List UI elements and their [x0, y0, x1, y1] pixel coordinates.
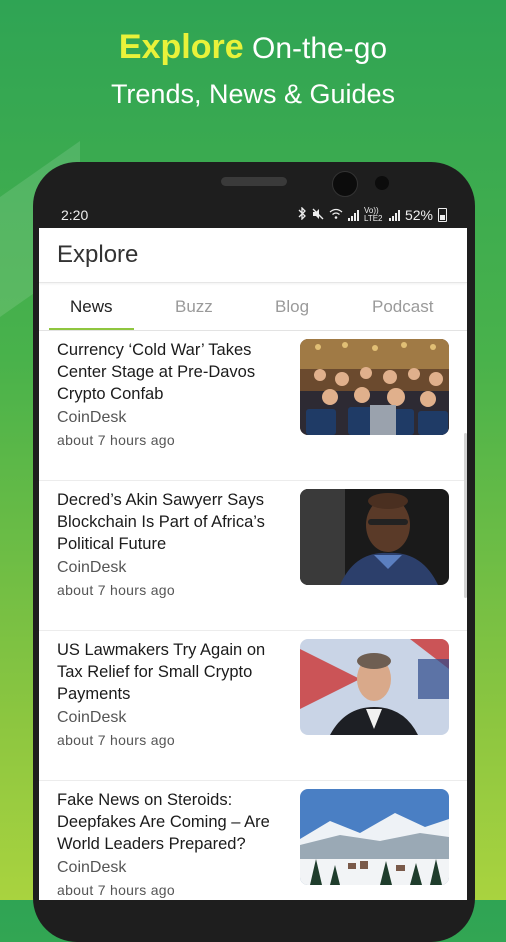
article-title: Fake News on Steroids: Deepfakes Are Com… [57, 791, 270, 853]
battery-icon [438, 208, 447, 222]
signal-icon-2 [388, 209, 400, 221]
article-time: about 7 hours ago [57, 732, 175, 748]
signal-icon [347, 209, 359, 221]
scrollbar[interactable] [464, 433, 467, 598]
article-source: CoinDesk [57, 409, 127, 426]
lawmaker-portrait-image [300, 639, 449, 735]
article-time: about 7 hours ago [57, 432, 175, 448]
battery-percent: 52% [404, 207, 433, 223]
article-item[interactable]: Fake News on Steroids: Deepfakes Are Com… [39, 781, 467, 900]
tab-news[interactable]: News [70, 297, 113, 317]
conference-audience-image [300, 339, 449, 435]
speaker-portrait-image [300, 489, 449, 585]
network-label: Vo)) LTE2 [363, 206, 383, 223]
article-source: CoinDesk [57, 859, 127, 876]
article-source: CoinDesk [57, 559, 127, 576]
tab-indicator [49, 328, 134, 330]
article-title: US Lawmakers Try Again on Tax Relief for… [57, 641, 266, 703]
wifi-icon [329, 208, 343, 222]
status-time: 2:20 [61, 207, 89, 223]
phone-sensor [375, 176, 389, 190]
phone-camera [332, 171, 358, 197]
article-time: about 7 hours ago [57, 582, 175, 598]
snowy-mountain-town-image [300, 789, 449, 885]
article-item[interactable]: US Lawmakers Try Again on Tax Relief for… [39, 631, 467, 781]
tab-bar: News Buzz Blog Podcast [39, 283, 467, 331]
app-bar: Explore [39, 228, 467, 283]
tab-podcast[interactable]: Podcast [372, 297, 433, 317]
status-bar: 2:20 Vo)) LTE2 52% [39, 205, 467, 227]
article-item[interactable]: Decred’s Akin Sawyerr Says Blockchain Is… [39, 481, 467, 631]
promo-headline: Explore On-the-go Trends, News & Guides [0, 26, 506, 114]
article-title: Currency ‘Cold War’ Takes Center Stage a… [57, 341, 256, 403]
tab-buzz[interactable]: Buzz [175, 297, 213, 317]
app-screen: Explore News Buzz Blog Podcast Currency … [39, 228, 467, 900]
phone-speaker [221, 177, 287, 186]
promo-line-2: Trends, News & Guides [110, 79, 396, 109]
promo-line-1: Explore On-the-go [0, 26, 506, 70]
article-source: CoinDesk [57, 709, 127, 726]
mute-icon [312, 208, 324, 223]
page-title: Explore [57, 241, 139, 268]
article-time: about 7 hours ago [57, 882, 175, 898]
promo-highlight: Explore [118, 28, 244, 66]
article-title: Decred’s Akin Sawyerr Says Blockchain Is… [57, 491, 265, 553]
promo-line-1-rest: On-the-go [251, 32, 388, 65]
bluetooth-icon [298, 206, 307, 223]
article-item[interactable]: Currency ‘Cold War’ Takes Center Stage a… [39, 331, 467, 481]
status-icons: Vo)) LTE2 52% [298, 206, 447, 223]
tab-blog[interactable]: Blog [275, 297, 309, 317]
article-list: Currency ‘Cold War’ Takes Center Stage a… [39, 331, 467, 900]
